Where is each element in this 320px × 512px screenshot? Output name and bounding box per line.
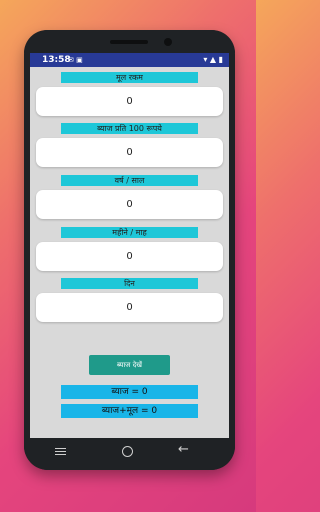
- phone-top-bezel: [24, 30, 235, 53]
- principal-input[interactable]: 0: [36, 87, 223, 116]
- nav-menu-icon[interactable]: [55, 448, 66, 456]
- rate-label: ब्याज प्रति 100 रूपये: [61, 123, 198, 134]
- system-status-icons: ▾ ▲ ▮: [203, 55, 223, 64]
- notification-icons: ✉ ▣: [68, 56, 83, 64]
- navigation-bar: ←: [24, 438, 235, 470]
- app-screen: 13:58 ✉ ▣ ▾ ▲ ▮ मूल रकम 0 ब्याज प्रति 10…: [30, 53, 229, 438]
- days-input[interactable]: 0: [36, 293, 223, 322]
- days-label: दिन: [61, 278, 198, 289]
- principal-label: मूल रकम: [61, 72, 198, 83]
- front-camera: [164, 38, 172, 46]
- status-bar: 13:58 ✉ ▣ ▾ ▲ ▮: [30, 53, 229, 67]
- interest-result: ब्याज = 0: [61, 385, 198, 399]
- months-input[interactable]: 0: [36, 242, 223, 271]
- calculate-interest-button[interactable]: ब्याज देखें: [89, 355, 170, 375]
- nav-back-icon[interactable]: ←: [178, 443, 189, 456]
- status-time: 13:58: [42, 55, 71, 65]
- phone-frame: 13:58 ✉ ▣ ▾ ▲ ▮ मूल रकम 0 ब्याज प्रति 10…: [24, 30, 235, 470]
- rate-input[interactable]: 0: [36, 138, 223, 167]
- total-result: ब्याज+मूल = 0: [61, 404, 198, 418]
- nav-home-icon[interactable]: [122, 446, 133, 457]
- years-label: वर्ष / साल: [61, 175, 198, 186]
- months-label: महीने / माह: [61, 227, 198, 238]
- years-input[interactable]: 0: [36, 190, 223, 219]
- speaker-grille: [110, 40, 148, 44]
